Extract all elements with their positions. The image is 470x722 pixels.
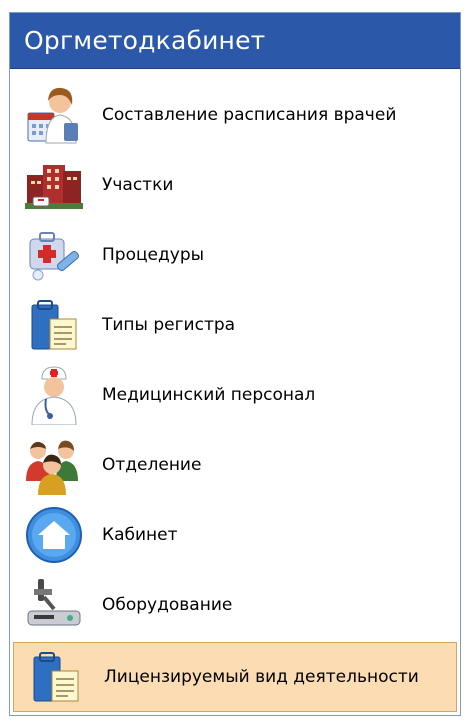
nav-item-districts[interactable]: Участки (12, 152, 458, 218)
nav-item-schedule[interactable]: Составление расписания врачей (12, 82, 458, 148)
doctor-schedule-icon (22, 83, 86, 147)
nav-item-label: Лицензируемый вид деятельности (104, 667, 419, 687)
panel-title: Оргметодкабинет (24, 26, 266, 55)
nav-item-label: Кабинет (102, 525, 178, 545)
folder-document-icon (22, 293, 86, 357)
nav-item-procedures[interactable]: Процедуры (12, 222, 458, 288)
nav-item-label: Процедуры (102, 245, 205, 265)
nav-item-label: Составление расписания врачей (102, 105, 397, 125)
nav-item-register-types[interactable]: Типы регистра (12, 292, 458, 358)
nav-item-equipment[interactable]: Оборудование (12, 572, 458, 638)
nav-item-label: Оборудование (102, 595, 233, 615)
navigation-panel: Оргметодкабинет Составление расписания в… (9, 12, 461, 716)
nav-item-label: Типы регистра (102, 315, 236, 335)
hospital-building-icon (22, 153, 86, 217)
nav-item-label: Медицинский персонал (102, 385, 316, 405)
people-group-icon (22, 433, 86, 497)
medical-kit-icon (22, 223, 86, 287)
nav-item-licensed-activity[interactable]: Лицензируемый вид деятельности (13, 642, 457, 712)
folder-document-icon (24, 645, 88, 709)
doctor-icon (22, 363, 86, 427)
nav-item-medical-staff[interactable]: Медицинский персонал (12, 362, 458, 428)
nav-item-cabinet[interactable]: Кабинет (12, 502, 458, 568)
nav-item-label: Отделение (102, 455, 202, 475)
microscope-icon (22, 573, 86, 637)
home-circle-icon (22, 503, 86, 567)
nav-item-department[interactable]: Отделение (12, 432, 458, 498)
nav-item-label: Участки (102, 175, 174, 195)
panel-header[interactable]: Оргметодкабинет (10, 13, 460, 69)
